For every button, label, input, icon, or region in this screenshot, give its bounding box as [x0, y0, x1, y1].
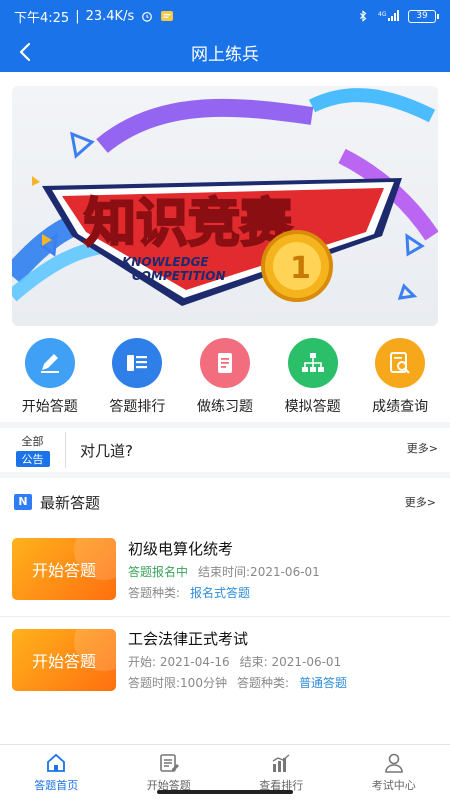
back-arrow-icon[interactable] [14, 40, 38, 64]
home-icon [47, 753, 66, 772]
latest-exams-header: N 最新答题 更多> [0, 482, 450, 522]
menu-label: 开始答题 [21, 399, 78, 415]
menu-answer-ranking[interactable]: 答题排行 [94, 338, 180, 418]
exam-type-label: 答题种类: [236, 676, 289, 690]
status-time: 下午4:25 [14, 10, 70, 26]
banner-subtitle-line2: COMPETITION [132, 269, 226, 283]
knowledge-competition-banner[interactable]: 知识竞赛 KNOWLEDGE COMPETITION 1 [12, 86, 438, 326]
exam-type-value: 普通答题 [299, 676, 348, 690]
menu-score-query[interactable]: 成绩查询 [357, 338, 443, 418]
exam-card[interactable]: 开始答题 工会法律正式考试 开始: 2021-04-16 结束: 2021-06… [0, 616, 450, 702]
exam-type-label: 答题种类: [128, 585, 181, 600]
exam-end-time: 结束: 2021-06-01 [239, 655, 342, 669]
menu-label: 模拟答题 [284, 399, 341, 415]
latest-exams-more-link[interactable]: 更多> [405, 494, 436, 510]
announcement-all-label: 全部 [21, 435, 44, 448]
exam-card[interactable]: 开始答题 初级电算化统考 答题报名中 结束时间:2021-06-01 答题种类:… [0, 526, 450, 612]
battery-indicator: 39 [408, 9, 439, 23]
status-right: 4G 39 [356, 9, 439, 23]
pencil-icon [24, 338, 75, 388]
quick-menu: 开始答题 答题排行 做练习题 模拟答题 成绩查询 [0, 338, 450, 418]
bar-chart-icon [272, 754, 290, 772]
home-indicator[interactable] [157, 790, 293, 794]
exam-title: 初级电算化统考 [128, 539, 234, 558]
banner-illustration: 知识竞赛 KNOWLEDGE COMPETITION 1 [12, 88, 438, 306]
menu-mock-exam[interactable]: 模拟答题 [270, 338, 356, 418]
menu-practice[interactable]: 做练习题 [182, 338, 268, 418]
svg-text:4G: 4G [378, 11, 387, 18]
nav-bar: 网上练兵 [0, 32, 450, 72]
announcement-bar[interactable]: 全部 公告 对几道? 更多> [0, 422, 450, 478]
exam-meta-line: 开始: 2021-04-16 结束: 2021-06-01 [128, 653, 347, 670]
tab-home[interactable]: 答题首页 [0, 745, 113, 800]
page-title: 网上练兵 [191, 44, 259, 65]
ranking-list-icon [112, 338, 163, 388]
start-answer-button[interactable]: 开始答题 [12, 538, 116, 600]
tab-label: 答题首页 [34, 779, 79, 792]
menu-label: 做练习题 [196, 399, 253, 415]
user-icon [384, 753, 403, 773]
exam-meta-line: 答题报名中 结束时间:2021-06-01 [128, 563, 320, 580]
status-bar: 下午4:25 | 23.4K/s 4G 39 [0, 0, 450, 32]
exam-info: 初级电算化统考 答题报名中 结束时间:2021-06-01 答题种类: 报名式答… [128, 538, 320, 601]
exam-end-time: 结束时间:2021-06-01 [198, 564, 320, 579]
exam-type-value: 报名式答题 [190, 585, 251, 600]
bluetooth-icon [360, 10, 367, 22]
exam-start-time: 开始: 2021-04-16 [128, 655, 230, 669]
exam-type-line: 答题种类: 报名式答题 [128, 584, 320, 601]
news-icon: N [14, 494, 32, 510]
exam-type-line: 答题时限:100分钟 答题种类: 普通答题 [128, 674, 347, 691]
menu-label: 答题排行 [109, 399, 166, 415]
menu-label: 成绩查询 [372, 399, 429, 415]
signal-icon: 4G [378, 10, 399, 21]
section-title: 最新答题 [40, 493, 101, 512]
tab-exam-center[interactable]: 考试中心 [338, 745, 450, 800]
message-icon [161, 11, 174, 21]
announcement-more-link[interactable]: 更多> [407, 440, 438, 456]
exam-info: 工会法律正式考试 开始: 2021-04-16 结束: 2021-06-01 答… [128, 628, 347, 691]
document-icon [199, 338, 250, 388]
announcement-text[interactable]: 对几道? [80, 440, 133, 461]
edit-icon [159, 754, 179, 772]
search-document-icon [375, 338, 426, 388]
start-answer-button[interactable]: 开始答题 [12, 628, 116, 691]
status-speed: 23.4K/s [85, 8, 135, 24]
tab-label: 考试中心 [371, 779, 416, 792]
exam-status: 答题报名中 [128, 564, 189, 579]
banner-title: 知识竞赛 [84, 194, 293, 254]
alarm-icon [142, 11, 153, 22]
banner-subtitle-line1: KNOWLEDGE [122, 255, 209, 269]
medal-number: 1 [290, 251, 311, 286]
org-chart-icon [287, 338, 338, 388]
main-content: 知识竞赛 KNOWLEDGE COMPETITION 1 开始答题 答题排行 做… [0, 72, 450, 744]
exam-time-limit: 答题时限:100分钟 [128, 676, 227, 690]
menu-start-answer[interactable]: 开始答题 [7, 338, 93, 418]
status-left: 下午4:25 | 23.4K/s [14, 7, 174, 26]
announcement-tag: 全部 公告 [0, 432, 66, 468]
announcement-badge: 公告 [15, 451, 50, 467]
exam-title: 工会法律正式考试 [128, 630, 249, 648]
